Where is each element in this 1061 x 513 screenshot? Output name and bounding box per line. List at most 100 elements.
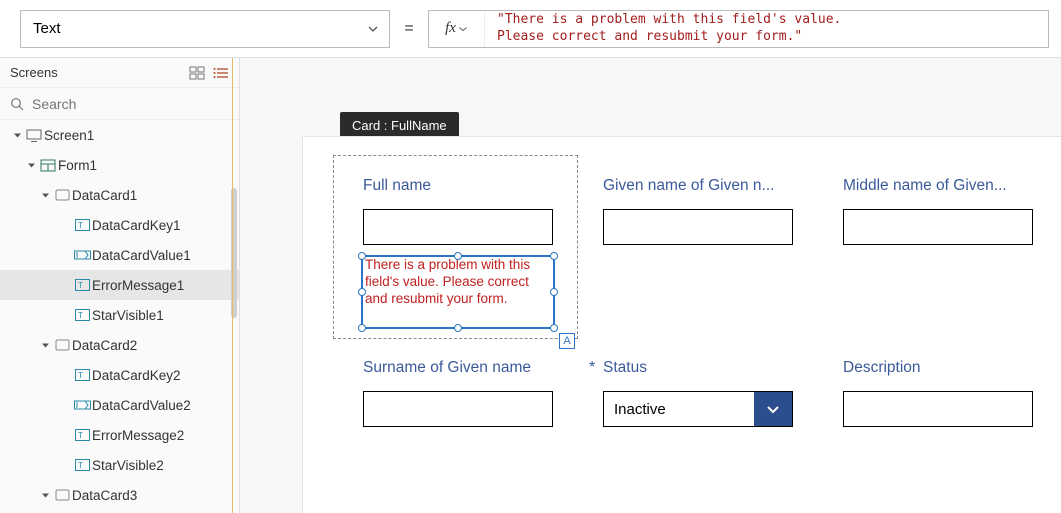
svg-text:T: T: [78, 371, 83, 380]
caret-icon[interactable]: [38, 491, 52, 500]
field-label: Status: [603, 359, 793, 377]
text-input[interactable]: [363, 391, 553, 427]
tree-item-datacardvalue1[interactable]: DataCardValue1: [0, 240, 239, 270]
tree-item-errormessage2[interactable]: T ErrorMessage2: [0, 420, 239, 450]
tree-item-starvisible1[interactable]: T StarVisible1: [0, 300, 239, 330]
field-middle[interactable]: Middle name of Given...: [843, 177, 1033, 245]
formula-text[interactable]: "There is a problem with this field's va…: [485, 8, 1048, 49]
tree-item-label: Screen1: [44, 128, 231, 143]
text-input[interactable]: [843, 391, 1033, 427]
form-icon: [38, 159, 58, 172]
tree-item-form1[interactable]: Form1: [0, 150, 239, 180]
tree-item-datacard1[interactable]: DataCard1: [0, 180, 239, 210]
tree-item-label: DataCardKey1: [92, 218, 231, 233]
field-description[interactable]: Description: [843, 359, 1033, 427]
field-surname[interactable]: Surname of Given name: [363, 359, 553, 427]
svg-text:T: T: [78, 311, 83, 320]
tree-item-label: Form1: [58, 158, 231, 173]
field-label: Given name of Given n...: [603, 177, 793, 195]
textctl-icon: T: [72, 279, 92, 291]
tree-item-starvisible2[interactable]: T StarVisible2: [0, 450, 239, 480]
formula-bar[interactable]: fx "There is a problem with this field's…: [428, 10, 1049, 48]
svg-text:T: T: [78, 431, 83, 440]
card-tooltip: Card : FullName: [340, 112, 459, 139]
resize-handle-se[interactable]: [550, 324, 558, 332]
canvas[interactable]: Card : FullName Full name Given name of …: [240, 58, 1061, 513]
tree-item-label: ErrorMessage2: [92, 428, 231, 443]
textctl-icon: T: [72, 369, 92, 381]
textctl-icon: T: [72, 459, 92, 471]
svg-text:T: T: [78, 461, 83, 470]
chevron-down-icon[interactable]: [754, 392, 792, 426]
chevron-down-icon: [367, 23, 379, 35]
textctl-icon: T: [72, 309, 92, 321]
errormessage-selection[interactable]: There is a problem with this field's val…: [361, 255, 555, 329]
svg-text:T: T: [78, 221, 83, 230]
resize-handle-n[interactable]: [454, 252, 462, 260]
textctl-icon: T: [72, 429, 92, 441]
card-icon: [52, 189, 72, 201]
tree-item-datacardkey1[interactable]: T DataCardKey1: [0, 210, 239, 240]
text-input[interactable]: [603, 209, 793, 245]
resize-handle-ne[interactable]: [550, 252, 558, 260]
tree-item-errormessage1[interactable]: T ErrorMessage1: [0, 270, 239, 300]
status-value: Inactive: [604, 392, 754, 426]
tree-item-datacard2[interactable]: DataCard2: [0, 330, 239, 360]
card-icon: [52, 339, 72, 351]
field-status[interactable]: Status Inactive: [603, 359, 793, 427]
tree-item-datacardkey2[interactable]: T DataCardKey2: [0, 360, 239, 390]
caret-icon[interactable]: [10, 131, 24, 140]
field-label: Full name: [363, 177, 553, 195]
tree-item-label: StarVisible1: [92, 308, 231, 323]
caret-icon[interactable]: [24, 161, 38, 170]
tree-view[interactable]: Screen1 Form1 DataCard1 T DataCardKey1 DataCa…: [0, 120, 239, 513]
tree-item-label: ErrorMessage1: [92, 278, 231, 293]
resize-handle-e[interactable]: [550, 288, 558, 296]
inputctl-icon: [72, 399, 92, 411]
inputctl-icon: [72, 249, 92, 261]
field-label: Middle name of Given...: [843, 177, 1033, 195]
accessibility-badge[interactable]: A: [559, 333, 575, 349]
chevron-down-icon: [458, 24, 468, 34]
caret-icon[interactable]: [38, 341, 52, 350]
resize-handle-s[interactable]: [454, 324, 462, 332]
tree-panel: Screens Screen1 Form1 DataCard1 T DataCardKe…: [0, 58, 240, 513]
search-input[interactable]: [32, 96, 229, 112]
field-label: Surname of Given name: [363, 359, 553, 377]
tree-item-label: DataCardValue1: [92, 248, 231, 263]
tree-item-label: DataCard2: [72, 338, 231, 353]
tree-item-label: DataCardKey2: [92, 368, 231, 383]
search-icon: [10, 97, 24, 111]
resize-handle-w[interactable]: [358, 288, 366, 296]
tree-item-label: DataCard1: [72, 188, 231, 203]
list-view-icon[interactable]: [213, 66, 229, 80]
tree-item-label: DataCardValue2: [92, 398, 231, 413]
text-input[interactable]: [363, 209, 553, 245]
screen-icon: [24, 129, 44, 142]
caret-icon[interactable]: [38, 191, 52, 200]
thumbnails-view-icon[interactable]: [189, 66, 205, 80]
property-dropdown[interactable]: Text: [20, 10, 390, 48]
svg-text:T: T: [78, 281, 83, 290]
tree-item-datacard3[interactable]: DataCard3: [0, 480, 239, 510]
text-input[interactable]: [843, 209, 1033, 245]
tree-item-datacardvalue2[interactable]: DataCardValue2: [0, 390, 239, 420]
resize-handle-nw[interactable]: [358, 252, 366, 260]
form-card[interactable]: Full name Given name of Given n... Middl…: [302, 136, 1061, 513]
tree-panel-title: Screens: [10, 65, 181, 80]
resize-handle-sw[interactable]: [358, 324, 366, 332]
field-label: Description: [843, 359, 1033, 377]
field-fullname[interactable]: Full name: [363, 177, 553, 245]
textctl-icon: T: [72, 219, 92, 231]
tree-item-label: DataCard3: [72, 488, 231, 503]
fx-label: fx: [445, 20, 456, 37]
tree-item-screen1[interactable]: Screen1: [0, 120, 239, 150]
field-given[interactable]: Given name of Given n...: [603, 177, 793, 245]
error-message-text: There is a problem with this field's val…: [363, 257, 553, 308]
status-dropdown[interactable]: Inactive: [603, 391, 793, 427]
required-star: *: [589, 359, 595, 377]
fx-button[interactable]: fx: [429, 11, 485, 47]
panel-resize-handle[interactable]: [232, 58, 233, 513]
tree-item-label: StarVisible2: [92, 458, 231, 473]
card-icon: [52, 489, 72, 501]
